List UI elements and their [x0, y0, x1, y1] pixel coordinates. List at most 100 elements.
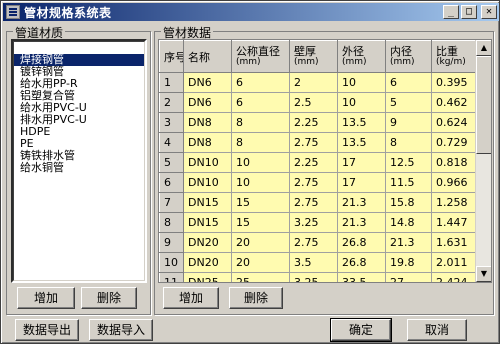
table-cell[interactable]: 2 — [289, 72, 338, 93]
table-cell[interactable]: DN15 — [183, 212, 232, 233]
table-cell[interactable]: DN20 — [183, 232, 232, 253]
column-header[interactable]: 名称 — [183, 40, 232, 73]
table-cell[interactable]: 15.8 — [385, 192, 432, 213]
table-row[interactable]: 4 DN8 8 2.75 13.5 8 0.729 — [159, 132, 478, 153]
table-cell[interactable]: DN6 — [183, 92, 232, 113]
table-row[interactable]: 10 DN20 20 3.5 26.8 19.8 2.011 — [159, 252, 478, 273]
table-cell[interactable]: 8 — [385, 132, 432, 153]
table-cell[interactable]: 1.447 — [431, 212, 478, 233]
scroll-down-arrow-icon[interactable]: ▼ — [476, 266, 491, 282]
data-export-button[interactable]: 数据导出 — [15, 319, 79, 341]
table-cell[interactable]: 0.818 — [431, 152, 478, 173]
table-row[interactable]: 9 DN20 20 2.75 26.8 21.3 1.631 — [159, 232, 478, 253]
table-cell[interactable]: 0.966 — [431, 172, 478, 193]
column-header[interactable]: 外径 (mm) — [337, 40, 386, 73]
table-cell[interactable]: 21.3 — [385, 232, 432, 253]
table-cell[interactable]: 6 — [385, 72, 432, 93]
table-cell[interactable]: DN25 — [183, 272, 232, 282]
column-header[interactable]: 序号 — [159, 40, 184, 73]
table-cell[interactable]: 6 — [231, 92, 290, 113]
maximize-button[interactable]: □ — [461, 5, 477, 19]
table-cell[interactable]: 2.75 — [289, 172, 338, 193]
table-cell[interactable]: DN15 — [183, 192, 232, 213]
table-cell[interactable]: 3.25 — [289, 212, 338, 233]
cancel-button[interactable]: 取消 — [407, 319, 467, 341]
table-cell[interactable]: 6 — [231, 72, 290, 93]
data-import-button[interactable]: 数据导入 — [89, 319, 153, 341]
table-cell[interactable]: 0.624 — [431, 112, 478, 133]
table-cell[interactable]: 21.3 — [337, 192, 386, 213]
table-cell[interactable]: 2.75 — [289, 192, 338, 213]
table-cell[interactable]: DN20 — [183, 252, 232, 273]
scroll-up-arrow-icon[interactable]: ▲ — [476, 40, 491, 56]
ok-button[interactable]: 确定 — [330, 318, 392, 342]
table-cell[interactable]: 5 — [385, 92, 432, 113]
table-cell[interactable]: 0.729 — [431, 132, 478, 153]
table-cell[interactable]: 8 — [231, 132, 290, 153]
column-header[interactable]: 比重 (kg/m) — [431, 40, 478, 73]
table-row[interactable]: 6 DN10 10 2.75 17 11.5 0.966 — [159, 172, 478, 193]
table-cell[interactable]: 19.8 — [385, 252, 432, 273]
table-cell[interactable]: 2.424 — [431, 272, 478, 282]
column-header[interactable]: 内径 (mm) — [385, 40, 432, 73]
table-cell[interactable]: 10 — [231, 152, 290, 173]
column-header[interactable]: 公称直径 (mm) — [231, 40, 290, 73]
table-cell[interactable]: 2.75 — [289, 132, 338, 153]
pipe-data-add-button[interactable]: 增加 — [163, 287, 219, 309]
pipe-data-delete-button[interactable]: 删除 — [229, 287, 283, 309]
table-cell[interactable]: 14.8 — [385, 212, 432, 233]
material-delete-button[interactable]: 删除 — [81, 287, 137, 309]
table-row[interactable]: 7 DN15 15 2.75 21.3 15.8 1.258 — [159, 192, 478, 213]
table-cell[interactable]: 10 — [337, 72, 386, 93]
minimize-button[interactable]: _ — [443, 5, 459, 19]
table-row[interactable]: 1 DN6 6 2 10 6 0.395 — [159, 72, 478, 93]
table-cell[interactable]: 12.5 — [385, 152, 432, 173]
table-cell[interactable]: 17 — [337, 152, 386, 173]
pipe-data-grid[interactable]: 序号名称 公称直径(mm)壁厚(mm)外径(mm)内径(mm)比重(kg/m) 1… — [158, 39, 492, 283]
table-cell[interactable]: 20 — [231, 232, 290, 253]
material-list-item[interactable]: 给水铜管 — [14, 162, 144, 174]
table-cell[interactable]: 2.25 — [289, 112, 338, 133]
table-row[interactable]: 11 DN25 25 3.25 33.5 27 2.424 — [159, 272, 478, 282]
table-cell[interactable]: DN6 — [183, 72, 232, 93]
table-cell[interactable]: DN10 — [183, 152, 232, 173]
title-bar[interactable]: 管材规格系统表 _ □ ✕ — [3, 3, 499, 21]
table-cell[interactable]: 9 — [385, 112, 432, 133]
column-header[interactable]: 壁厚 (mm) — [289, 40, 338, 73]
table-row[interactable]: 8 DN15 15 3.25 21.3 14.8 1.447 — [159, 212, 478, 233]
table-cell[interactable]: 25 — [231, 272, 290, 282]
table-cell[interactable]: 2.25 — [289, 152, 338, 173]
table-cell[interactable]: 10 — [231, 172, 290, 193]
table-cell[interactable]: 0.462 — [431, 92, 478, 113]
table-cell[interactable]: 1.258 — [431, 192, 478, 213]
table-row[interactable]: 3 DN8 8 2.25 13.5 9 0.624 — [159, 112, 478, 133]
material-add-button[interactable]: 增加 — [17, 287, 75, 309]
table-cell[interactable]: 15 — [231, 212, 290, 233]
table-cell[interactable]: 10 — [337, 92, 386, 113]
table-cell[interactable]: 15 — [231, 192, 290, 213]
table-cell[interactable]: 2.011 — [431, 252, 478, 273]
table-cell[interactable]: 33.5 — [337, 272, 386, 282]
table-cell[interactable]: DN10 — [183, 172, 232, 193]
table-cell[interactable]: 20 — [231, 252, 290, 273]
table-row[interactable]: 2 DN6 6 2.5 10 5 0.462 — [159, 92, 478, 113]
table-cell[interactable]: 8 — [231, 112, 290, 133]
table-cell[interactable]: 13.5 — [337, 132, 386, 153]
scroll-thumb[interactable] — [476, 56, 491, 154]
table-cell[interactable]: 2.75 — [289, 232, 338, 253]
grid-vertical-scrollbar[interactable]: ▲ ▼ — [475, 40, 491, 282]
close-button[interactable]: ✕ — [481, 5, 497, 19]
material-list[interactable]: 焊接钢管 镀锌钢管 给水用PP-R 铝塑复合管 给水用PVC-U 排水用PVC-U HDPE… — [11, 39, 147, 283]
table-cell[interactable]: 0.395 — [431, 72, 478, 93]
table-cell[interactable]: 21.3 — [337, 212, 386, 233]
table-cell[interactable]: 26.8 — [337, 232, 386, 253]
table-row[interactable]: 5 DN10 10 2.25 17 12.5 0.818 — [159, 152, 478, 173]
table-cell[interactable]: 2.5 — [289, 92, 338, 113]
table-cell[interactable]: 13.5 — [337, 112, 386, 133]
table-cell[interactable]: DN8 — [183, 112, 232, 133]
table-cell[interactable]: 3.25 — [289, 272, 338, 282]
table-cell[interactable]: 11.5 — [385, 172, 432, 193]
table-cell[interactable]: 26.8 — [337, 252, 386, 273]
table-cell[interactable]: 3.5 — [289, 252, 338, 273]
table-cell[interactable]: 1.631 — [431, 232, 478, 253]
